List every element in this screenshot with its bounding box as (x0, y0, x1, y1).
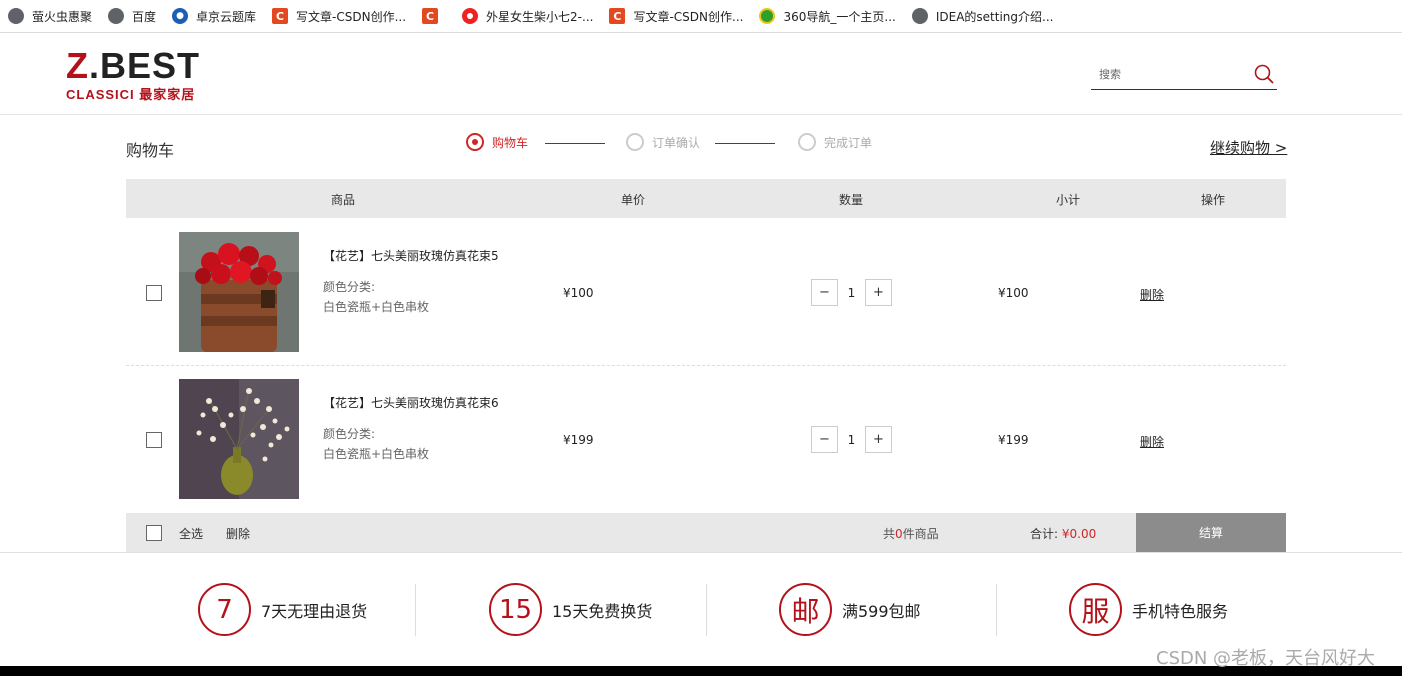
cart-summary-bar: 全选 删除 共0件商品 合计: ¥0.00 结算 (126, 513, 1286, 552)
item-count-value: 0 (895, 527, 903, 541)
divider (706, 584, 707, 636)
step-active-icon (466, 133, 484, 151)
total-value: ¥0.00 (1061, 527, 1097, 541)
column-header: 小计 (1055, 193, 1081, 207)
bookmark-item[interactable]: C (422, 8, 446, 24)
page-title: 购物车 (126, 141, 175, 160)
step-inactive-icon (626, 133, 644, 151)
zhuojing-icon: ● (172, 8, 189, 24)
globe-icon (911, 8, 928, 24)
bookmark-item[interactable]: 萤火虫惠聚 (8, 8, 92, 25)
site-logo[interactable]: Z.BEST CLASSICI 最家家居 (66, 45, 216, 103)
cart-table-header: 商品 单价 数量 小计 操作 (126, 179, 1286, 218)
quantity-value[interactable]: 1 (838, 286, 865, 300)
step-cart: 购物车 (466, 133, 528, 151)
column-header: 操作 (1200, 193, 1226, 207)
bookmark-item[interactable]: 360导航_一个主页... (759, 8, 896, 25)
red-roses-photo (179, 232, 299, 352)
product-image[interactable] (179, 379, 299, 499)
search-input[interactable] (1091, 62, 1241, 86)
product-name[interactable]: 【花艺】七头美丽玫瑰仿真花束6 (323, 394, 499, 411)
item-checkbox[interactable] (146, 285, 162, 301)
item-subtotal: ¥199 (998, 433, 1029, 447)
360-icon (759, 8, 776, 24)
logo-tagline: CLASSICI 最家家居 (66, 87, 196, 102)
shipping-badge-icon: 邮 (779, 583, 832, 636)
bookmark-item[interactable]: C 写文章-CSDN创作... (609, 8, 743, 25)
decrease-button[interactable]: − (811, 426, 838, 453)
bookmark-item[interactable]: IDEA的setting介绍... (911, 8, 1053, 25)
delete-link[interactable]: 删除 (1140, 433, 1164, 450)
watermark: CSDN @老板，天台风好大 (1156, 648, 1376, 669)
divider (415, 584, 416, 636)
increase-button[interactable]: + (865, 426, 892, 453)
total-amount: 合计: ¥0.00 (1030, 527, 1097, 541)
attribute-label: 颜色分类: (323, 427, 376, 441)
bookmark-item[interactable]: 外星女生柴小七2-... (462, 8, 593, 25)
product-name[interactable]: 【花艺】七头美丽玫瑰仿真花束5 (323, 247, 499, 264)
quantity-stepper: − 1 + (811, 426, 892, 453)
delete-link[interactable]: 删除 (1140, 286, 1164, 303)
attribute-label: 颜色分类: (323, 280, 376, 294)
item-count: 共0件商品 (883, 527, 939, 541)
item-checkbox[interactable] (146, 432, 162, 448)
globe-icon (108, 8, 125, 24)
service-badge-icon: 服 (1069, 583, 1122, 636)
white-flowers-photo (179, 379, 299, 499)
csdn-icon: C (272, 8, 289, 24)
unit-price: ¥199 (563, 433, 594, 447)
column-header: 商品 (330, 193, 356, 207)
product-attributes: 颜色分类: 白色瓷瓶+白色串枚 (323, 424, 429, 464)
attribute-value: 白色瓷瓶+白色串枚 (323, 300, 430, 314)
quantity-value[interactable]: 1 (838, 433, 865, 447)
select-all-checkbox[interactable] (146, 525, 162, 541)
logo-wordmark: Z.BEST (66, 45, 201, 86)
step-inactive-icon (798, 133, 816, 151)
globe-icon (8, 8, 24, 24)
step-divider (545, 143, 605, 144)
column-header: 数量 (838, 193, 864, 207)
csdn-icon: C (422, 8, 439, 24)
increase-button[interactable]: + (865, 279, 892, 306)
service-item: 邮 满599包邮 (779, 583, 921, 636)
item-subtotal: ¥100 (998, 286, 1029, 300)
search-box (1091, 62, 1277, 90)
step-complete: 完成订单 (798, 133, 872, 151)
service-item: 7 7天无理由退货 (198, 583, 367, 636)
bookmark-item[interactable]: 百度 (108, 8, 156, 25)
bookmarks-bar: 萤火虫惠聚 百度 ● 卓京云题库 C 写文章-CSDN创作... C 外星女生柴小七… (0, 0, 1402, 33)
column-header: 单价 (620, 193, 646, 207)
decrease-button[interactable]: − (811, 279, 838, 306)
cart-row: 【花艺】七头美丽玫瑰仿真花束5 颜色分类: 白色瓷瓶+白色串枚 ¥100 − 1… (126, 219, 1286, 366)
music-icon (462, 8, 479, 24)
return-badge-icon: 7 (198, 583, 251, 636)
service-item: 服 手机特色服务 (1069, 583, 1228, 636)
select-all-label[interactable]: 全选 (179, 525, 203, 542)
product-attributes: 颜色分类: 白色瓷瓶+白色串枚 (323, 277, 429, 317)
service-item: 15 15天免费换货 (489, 583, 652, 636)
csdn-icon: C (609, 8, 626, 24)
step-divider (715, 143, 775, 144)
continue-shopping-link[interactable]: 继续购物 > (1210, 137, 1287, 158)
quantity-stepper: − 1 + (811, 279, 892, 306)
bookmark-item[interactable]: C 写文章-CSDN创作... (272, 8, 406, 25)
bookmark-item[interactable]: ● 卓京云题库 (172, 8, 256, 25)
divider (996, 584, 997, 636)
checkout-button[interactable]: 结算 (1136, 513, 1286, 552)
step-confirm: 订单确认 (626, 133, 700, 151)
exchange-badge-icon: 15 (489, 583, 542, 636)
site-header: Z.BEST CLASSICI 最家家居 (0, 34, 1402, 115)
attribute-value: 白色瓷瓶+白色串枚 (323, 447, 430, 461)
unit-price: ¥100 (563, 286, 594, 300)
delete-selected-link[interactable]: 删除 (226, 525, 250, 542)
product-image[interactable] (179, 232, 299, 352)
cart-row: 【花艺】七头美丽玫瑰仿真花束6 颜色分类: 白色瓷瓶+白色串枚 ¥199 − 1… (126, 366, 1286, 513)
search-icon[interactable] (1253, 63, 1275, 85)
